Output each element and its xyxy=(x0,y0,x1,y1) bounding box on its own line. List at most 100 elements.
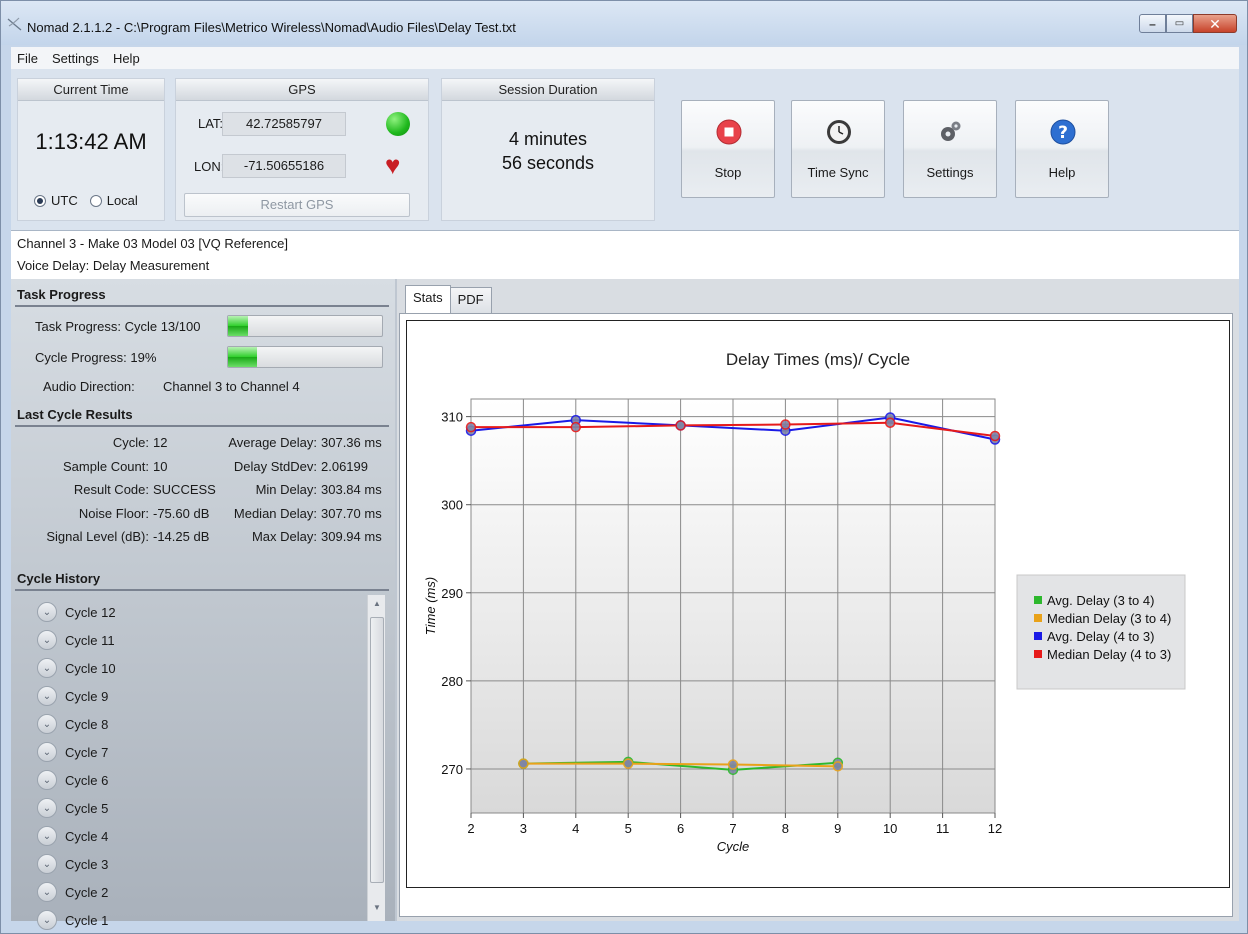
legend-swatch xyxy=(1034,614,1042,622)
time-sync-button[interactable]: Time Sync xyxy=(791,100,885,198)
left-panel: Task Progress Task Progress: Cycle 13/10… xyxy=(11,279,395,930)
channel-info: Channel 3 - Make 03 Model 03 [VQ Referen… xyxy=(11,231,1239,279)
restart-gps-button[interactable]: Restart GPS xyxy=(184,193,410,217)
result-label: Signal Level (dB): xyxy=(46,529,149,544)
x-tick-label: 9 xyxy=(834,821,841,836)
chevron-down-icon[interactable]: ⌄ xyxy=(37,630,57,650)
cycle-history-list: ⌄ Cycle 12 ⌄ Cycle 11 ⌄ Cycle 10 ⌄ Cycle 9 ⌄ Cycl… xyxy=(37,595,397,934)
cycle-history-item[interactable]: ⌄ Cycle 9 xyxy=(37,682,108,710)
audio-direction-value: Channel 3 to Channel 4 xyxy=(163,379,300,394)
result-value: 12 xyxy=(153,435,168,450)
current-time-value: 1:13:42 AM xyxy=(35,129,147,154)
x-tick-label: 4 xyxy=(572,821,579,836)
divider xyxy=(15,425,389,427)
satellite-app-icon xyxy=(7,17,22,31)
clock-icon xyxy=(827,120,851,144)
cycle-history-label: Cycle 5 xyxy=(65,800,109,816)
task-progress-title: Task Progress xyxy=(17,287,106,302)
scroll-thumb[interactable] xyxy=(370,617,384,883)
lat-label: LAT: xyxy=(198,116,224,131)
utc-label[interactable]: UTC xyxy=(51,193,78,208)
local-radio[interactable] xyxy=(89,194,102,207)
cycle-history-item[interactable]: ⌄ Cycle 8 xyxy=(37,710,108,738)
task-progress-label: Task Progress: Cycle 13/100 xyxy=(35,319,201,334)
cycle-history-item[interactable]: ⌄ Cycle 6 xyxy=(37,766,108,794)
data-point xyxy=(884,417,896,429)
chevron-down-icon[interactable]: ⌄ xyxy=(37,602,57,622)
test-name: Voice Delay: Delay Measurement xyxy=(17,258,210,273)
tab-stats[interactable]: Stats xyxy=(405,285,451,313)
data-point xyxy=(622,758,634,769)
cycle-history-label: Cycle 1 xyxy=(65,912,109,928)
result-label: Noise Floor: xyxy=(78,505,149,521)
stop-button[interactable]: Stop xyxy=(681,100,775,198)
chevron-down-icon[interactable]: ⌄ xyxy=(37,714,57,734)
cycle-history-item[interactable]: ⌄ Cycle 3 xyxy=(37,850,108,878)
chevron-down-icon[interactable]: ⌄ xyxy=(37,798,57,818)
menu-settings[interactable]: Settings xyxy=(46,51,107,66)
data-point xyxy=(780,419,791,430)
result-value: 307.36 ms xyxy=(321,435,382,450)
cycle-history-label: Cycle 8 xyxy=(65,716,109,732)
channel-name: Channel 3 - Make 03 Model 03 [VQ Referen… xyxy=(17,236,288,251)
data-point xyxy=(727,759,739,770)
settings-label: Settings xyxy=(926,165,974,180)
settings-button[interactable]: Settings xyxy=(903,100,997,198)
current-time-group: Current Time 1:13:42 AM UTC Local xyxy=(17,78,165,221)
chevron-down-icon[interactable]: ⌄ xyxy=(37,770,57,790)
y-axis-label: Time (ms) xyxy=(423,577,438,635)
x-tick-label: 6 xyxy=(677,821,684,836)
scroll-down-icon[interactable]: ▼ xyxy=(368,901,386,915)
menu-bar: File Settings Help xyxy=(11,47,1239,69)
lon-value: -71.50655186 xyxy=(222,154,346,178)
menu-file[interactable]: File xyxy=(11,51,46,66)
time-sync-label: Time Sync xyxy=(807,165,869,180)
local-label[interactable]: Local xyxy=(107,193,138,208)
main-content: Channel 3 - Make 03 Model 03 [VQ Referen… xyxy=(11,231,1239,930)
legend-entry: Median Delay (3 to 4) xyxy=(1047,611,1171,626)
heart-icon: ♥ xyxy=(385,150,401,180)
stop-icon xyxy=(716,119,742,145)
question-mark-icon: ? xyxy=(1050,119,1076,145)
help-button[interactable]: ? Help xyxy=(1015,100,1109,198)
cycle-history-item[interactable]: ⌄ Cycle 2 xyxy=(37,878,108,906)
result-label: Cycle: xyxy=(112,435,149,450)
chevron-down-icon[interactable]: ⌄ xyxy=(37,854,57,874)
close-icon[interactable]: ✕ xyxy=(1193,14,1237,33)
chevron-down-icon[interactable]: ⌄ xyxy=(37,742,57,762)
history-scrollbar[interactable]: ▲ ▼ xyxy=(367,595,385,921)
minimize-icon[interactable]: – xyxy=(1139,14,1166,33)
cycle-history-label: Cycle 11 xyxy=(65,632,115,648)
cycle-history-item[interactable]: ⌄ Cycle 11 xyxy=(37,626,115,654)
app-window: Nomad 2.1.1.2 - C:\Program Files\Metrico… xyxy=(0,0,1248,934)
cycle-history-item[interactable]: ⌄ Cycle 12 xyxy=(37,598,116,626)
x-tick-label: 3 xyxy=(520,821,527,836)
cycle-history-item[interactable]: ⌄ Cycle 10 xyxy=(37,654,116,682)
cycle-history-item[interactable]: ⌄ Cycle 1 xyxy=(37,906,108,934)
utc-radio[interactable] xyxy=(34,194,46,207)
maximize-icon[interactable]: ▭ xyxy=(1166,14,1193,33)
chevron-down-icon[interactable]: ⌄ xyxy=(37,686,57,706)
result-value: 2.06199 xyxy=(321,458,368,474)
chevron-down-icon[interactable]: ⌄ xyxy=(37,882,57,902)
tab-pdf[interactable]: PDF xyxy=(449,287,492,313)
result-value: 307.70 ms xyxy=(321,505,382,521)
cycle-history-title: Cycle History xyxy=(17,571,101,586)
result-value: 10 xyxy=(153,458,168,474)
gps-group: GPS LAT: 42.72585797 LON: -71.50655186 ♥… xyxy=(175,78,429,221)
cycle-history-item[interactable]: ⌄ Cycle 7 xyxy=(37,738,108,766)
cycle-history-label: Cycle 6 xyxy=(65,772,109,788)
cycle-progress-bar xyxy=(227,346,383,368)
cycle-history-item[interactable]: ⌄ Cycle 5 xyxy=(37,794,108,822)
cycle-history-label: Cycle 7 xyxy=(65,744,109,760)
cycle-history-item[interactable]: ⌄ Cycle 4 xyxy=(37,822,108,850)
chevron-down-icon[interactable]: ⌄ xyxy=(37,910,57,930)
chevron-down-icon[interactable]: ⌄ xyxy=(37,658,57,678)
chevron-down-icon[interactable]: ⌄ xyxy=(37,826,57,846)
x-tick-label: 5 xyxy=(625,821,632,836)
x-tick-label: 8 xyxy=(782,821,789,836)
cycle-history-label: Cycle 4 xyxy=(65,828,109,844)
menu-help[interactable]: Help xyxy=(107,51,148,66)
scroll-up-icon[interactable]: ▲ xyxy=(368,597,386,611)
data-point xyxy=(832,761,844,772)
